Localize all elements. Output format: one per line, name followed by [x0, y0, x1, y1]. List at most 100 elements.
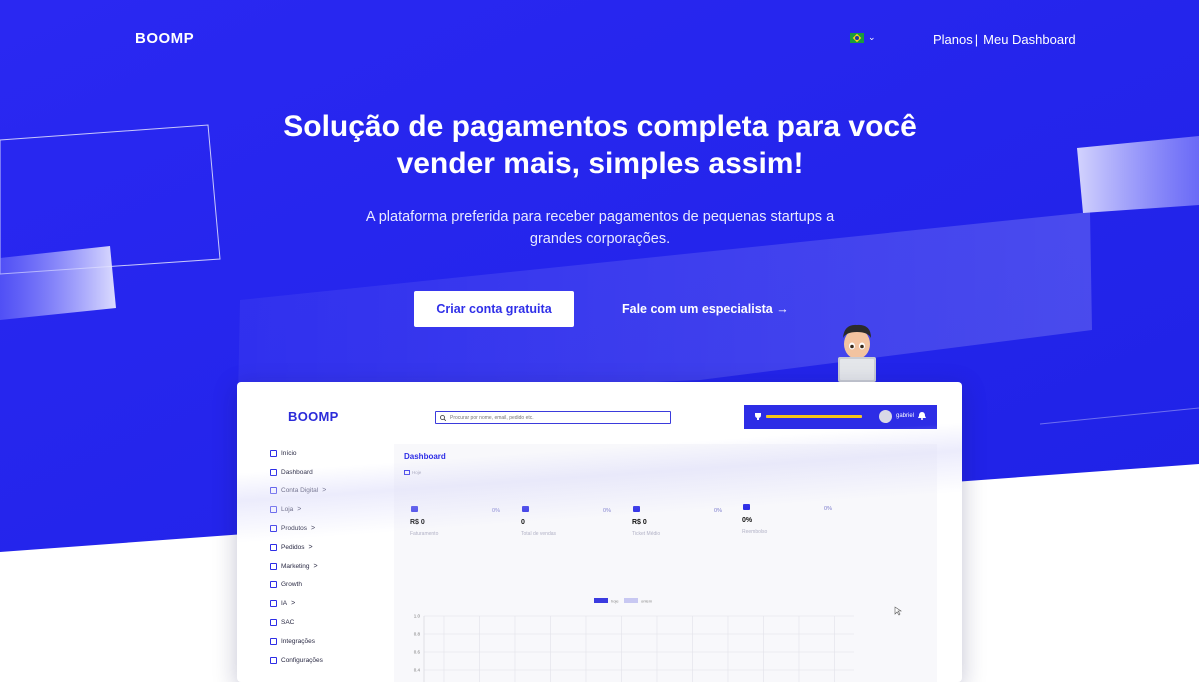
- search-icon: [440, 414, 446, 421]
- kpi-value: 0: [521, 519, 525, 526]
- date-filter-label: Hoje: [412, 470, 422, 475]
- sidebar-item-label: SAC: [281, 619, 295, 627]
- create-account-button[interactable]: Criar conta gratuita: [414, 291, 574, 327]
- kpi-percent: 0%: [603, 508, 611, 514]
- sidebar-item-label: Produtos: [281, 525, 308, 533]
- hero-subtitle: A plataforma preferida para receber paga…: [365, 209, 835, 247]
- integrations-icon: integrations-icon: [270, 637, 277, 645]
- legend-swatch: [594, 598, 608, 603]
- user-icon: user-icon: [270, 600, 277, 608]
- chevron-right-icon: >: [297, 506, 302, 514]
- chevron-right-icon: >: [291, 600, 296, 608]
- search-input[interactable]: [446, 414, 650, 421]
- grid-icon: grid-icon: [270, 468, 277, 476]
- sidebar-item-label: Conta Digital: [281, 487, 319, 495]
- people-icon: people-icon: [270, 487, 277, 495]
- memoji-laptop-illustration: [838, 324, 876, 382]
- sidebar-item-label: IA: [281, 600, 288, 608]
- card-icon: [633, 506, 640, 512]
- kpi-total-sales: 0% 0 Total de vendas: [521, 506, 611, 542]
- chevron-right-icon: >: [322, 487, 327, 495]
- dashboard-main: Dashboard Hoje 0% R$ 0 Faturamento 0% 0 …: [394, 444, 937, 682]
- language-selector[interactable]: ⌄: [850, 32, 876, 43]
- y-tick-label: 0.8: [414, 632, 421, 637]
- y-tick-label: 0.6: [414, 650, 421, 655]
- sidebar-item[interactable]: store-icon Loja>: [270, 500, 380, 519]
- level-progress-bar: [766, 415, 862, 418]
- nav-separator: |: [974, 32, 979, 47]
- kpi-average-ticket: 0% R$ 0 Ticket Médio: [632, 506, 722, 542]
- headset-icon: headset-icon: [270, 619, 277, 627]
- dashboard-search[interactable]: [435, 411, 671, 424]
- box-icon: box-icon: [270, 525, 277, 533]
- nav-link-meu-dashboard[interactable]: Meu Dashboard: [983, 32, 1076, 47]
- sidebar-item[interactable]: sliders-icon Configurações: [270, 651, 380, 670]
- date-filter[interactable]: Hoje: [404, 470, 421, 475]
- sidebar-item-label: Pedidos: [281, 543, 305, 551]
- avatar[interactable]: [879, 410, 892, 423]
- sidebar-item[interactable]: people-icon Conta Digital>: [270, 482, 380, 501]
- kpi-label: Ticket Médio: [632, 531, 661, 537]
- level-progress-fill: [766, 415, 862, 418]
- brand-logo[interactable]: BOOMP: [135, 30, 194, 47]
- sidebar-item[interactable]: headset-icon SAC: [270, 613, 380, 632]
- kpi-percent: 0%: [714, 508, 722, 514]
- mouse-cursor-icon: [894, 606, 902, 616]
- dashboard-logo: BOOMP: [288, 409, 339, 424]
- page-title: Dashboard: [404, 452, 446, 461]
- kpi-label: Reembolso: [742, 529, 768, 535]
- legend-label: hoje: [611, 599, 619, 604]
- sidebar-item-label: Loja: [281, 506, 294, 514]
- megaphone-icon: megaphone-icon: [270, 562, 277, 570]
- chevron-right-icon: >: [311, 525, 316, 533]
- talk-to-specialist-link[interactable]: Fale com um especialista →: [622, 302, 789, 316]
- sidebar-item[interactable]: user-icon IA>: [270, 594, 380, 613]
- brazil-flag-icon: [850, 32, 864, 43]
- sliders-icon: sliders-icon: [270, 656, 277, 664]
- sidebar-item-label: Marketing: [281, 562, 310, 570]
- sidebar-item-label: Dashboard: [281, 468, 313, 476]
- chevron-right-icon: >: [308, 543, 313, 551]
- sidebar-item[interactable]: grid-icon Dashboard: [270, 463, 380, 482]
- percent-icon: [743, 504, 750, 510]
- sidebar-item-label: Integrações: [281, 637, 315, 645]
- chevron-down-icon: ⌄: [868, 32, 876, 42]
- talk-to-specialist-label: Fale com um especialista: [622, 302, 773, 316]
- kpi-value: R$ 0: [632, 519, 647, 526]
- basket-icon: [411, 506, 418, 512]
- sidebar-item-label: Growth: [281, 581, 302, 589]
- dashboard-sidebar: home-icon Início grid-icon Dashboard people-…: [270, 444, 380, 670]
- kpi-percent: 0%: [492, 508, 500, 514]
- kpi-value: 0%: [742, 517, 753, 524]
- kpi-revenue: 0% R$ 0 Faturamento: [410, 506, 500, 542]
- legend-label: ontem: [641, 599, 653, 604]
- user-name[interactable]: gabriel: [896, 413, 914, 419]
- sidebar-item[interactable]: box-icon Produtos>: [270, 519, 380, 538]
- dashboard-topbar: gabriel: [744, 405, 937, 429]
- sidebar-item[interactable]: megaphone-icon Marketing>: [270, 557, 380, 576]
- dashboard-preview: BOOMP gabriel home-icon Início grid-icon Da…: [237, 382, 962, 682]
- nav-links: Planos | Meu Dashboard: [933, 32, 1076, 47]
- sidebar-item[interactable]: home-icon Início: [270, 444, 380, 463]
- trend-icon: trend-icon: [270, 581, 277, 589]
- calendar-icon: [404, 470, 410, 475]
- sidebar-item-label: Configurações: [281, 656, 323, 664]
- sales-chart: hoje ontem 1.0 0.8 0.6 0.4: [414, 598, 902, 682]
- legend-swatch: [624, 598, 638, 603]
- kpi-percent: 0%: [824, 506, 832, 512]
- arrow-right-icon: →: [776, 302, 789, 316]
- bell-icon[interactable]: [918, 411, 926, 420]
- cart-icon: [522, 506, 529, 512]
- nav-link-planos[interactable]: Planos: [933, 32, 973, 47]
- chevron-right-icon: >: [313, 562, 318, 570]
- kpi-value: R$ 0: [410, 519, 425, 526]
- kpi-refunds: 0% 0% Reembolso: [742, 504, 832, 540]
- y-tick-label: 0.4: [414, 668, 421, 673]
- kpi-label: Faturamento: [410, 531, 439, 537]
- sidebar-item[interactable]: integrations-icon Integrações: [270, 632, 380, 651]
- home-icon: home-icon: [270, 449, 277, 457]
- sidebar-item-label: Início: [281, 449, 297, 457]
- sidebar-item[interactable]: clipboard-icon Pedidos>: [270, 538, 380, 557]
- sidebar-item[interactable]: trend-icon Growth: [270, 576, 380, 595]
- hero-title: Solução de pagamentos completa para você…: [283, 110, 917, 180]
